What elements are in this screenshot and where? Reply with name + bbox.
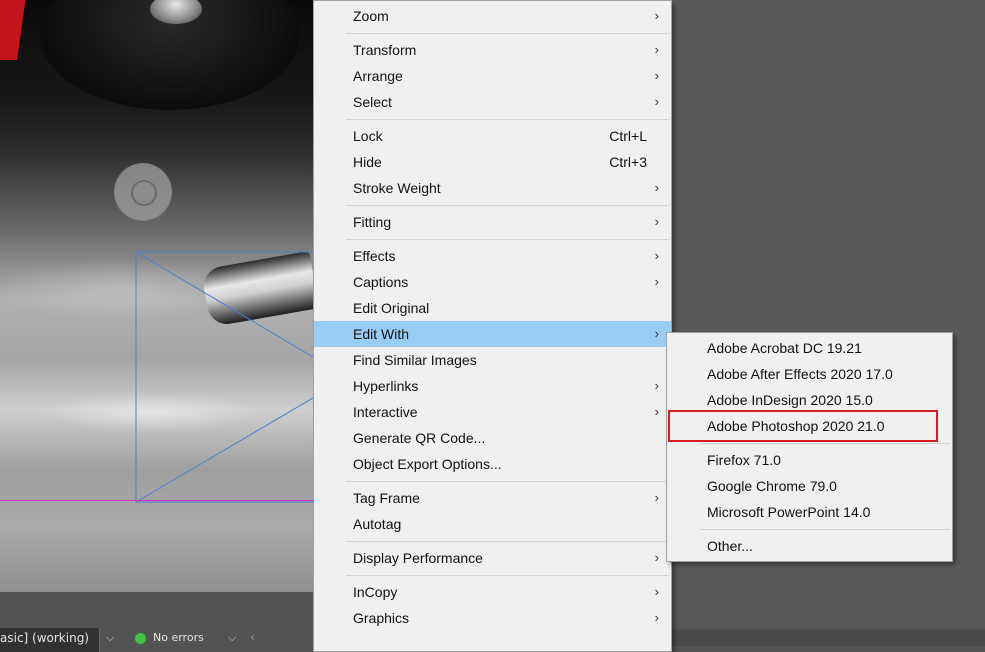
menu-item-label: Generate QR Code... bbox=[353, 430, 486, 446]
menu-item-zoom[interactable]: Zoom › bbox=[314, 3, 671, 29]
menu-item-shortcut: Ctrl+L bbox=[609, 128, 647, 144]
menu-item-label: Interactive bbox=[353, 404, 418, 420]
menu-item-label: Tag Frame bbox=[353, 490, 420, 506]
horizontal-scrollbar[interactable] bbox=[672, 630, 985, 646]
menu-item-fitting[interactable]: Fitting › bbox=[314, 209, 671, 235]
annotation-highlight-box bbox=[668, 410, 938, 442]
menu-item-label: Adobe After Effects 2020 17.0 bbox=[707, 366, 893, 382]
menu-item-label: Zoom bbox=[353, 8, 389, 24]
chevron-right-icon: › bbox=[654, 584, 659, 599]
context-menu: Zoom › Transform › Arrange › Select › Lock Ctrl+L… bbox=[313, 0, 672, 652]
menu-item-shortcut: Ctrl+3 bbox=[609, 154, 647, 170]
menu-item-find-similar-images[interactable]: Find Similar Images bbox=[314, 347, 671, 373]
menu-item-label: Hide bbox=[353, 154, 382, 170]
menu-item-hyperlinks[interactable]: Hyperlinks › bbox=[314, 373, 671, 399]
green-dot-icon bbox=[135, 633, 146, 644]
menu-item-display-performance[interactable]: Display Performance › bbox=[314, 545, 671, 571]
edit-with-submenu: Adobe Acrobat DC 19.21 Adobe After Effect… bbox=[666, 332, 953, 562]
menu-item-label: Lock bbox=[353, 128, 383, 144]
menu-item-autotag[interactable]: Autotag bbox=[314, 511, 671, 537]
menu-item-label: Firefox 71.0 bbox=[707, 452, 781, 468]
menu-item-label: Microsoft PowerPoint 14.0 bbox=[707, 504, 871, 520]
menu-item-label: Autotag bbox=[353, 516, 402, 532]
menu-item-label: Arrange bbox=[353, 68, 403, 84]
menu-item-arrange[interactable]: Arrange › bbox=[314, 63, 671, 89]
menu-item-label: Stroke Weight bbox=[353, 180, 441, 196]
menu-item-object-export-options[interactable]: Object Export Options... bbox=[314, 451, 671, 477]
submenu-item-microsoft-powerpoint-14-0[interactable]: Microsoft PowerPoint 14.0 bbox=[667, 499, 952, 525]
menu-item-select[interactable]: Select › bbox=[314, 89, 671, 115]
chevron-right-icon: › bbox=[654, 274, 659, 289]
preflight-status[interactable]: No errors bbox=[153, 631, 204, 644]
menu-separator bbox=[314, 537, 671, 545]
chevron-right-icon: › bbox=[654, 378, 659, 393]
chevron-right-icon: › bbox=[654, 214, 659, 229]
menu-item-tag-frame[interactable]: Tag Frame › bbox=[314, 485, 671, 511]
menu-item-label: Hyperlinks bbox=[353, 378, 419, 394]
menu-item-label: Fitting bbox=[353, 214, 392, 230]
submenu-item-adobe-acrobat-dc-19-21[interactable]: Adobe Acrobat DC 19.21 bbox=[667, 335, 952, 361]
submenu-item-adobe-after-effects-2020-17-0[interactable]: Adobe After Effects 2020 17.0 bbox=[667, 361, 952, 387]
menu-item-label: Adobe Acrobat DC 19.21 bbox=[707, 340, 862, 356]
menu-item-graphics[interactable]: Graphics › bbox=[314, 605, 671, 631]
menu-separator bbox=[314, 115, 671, 123]
chevron-down-icon[interactable]: ⌵ bbox=[106, 631, 114, 645]
menu-item-label: Graphics bbox=[353, 610, 410, 626]
content-grabber[interactable] bbox=[114, 163, 172, 221]
menu-item-label: Other... bbox=[707, 538, 753, 554]
placed-image[interactable] bbox=[0, 0, 318, 592]
menu-item-effects[interactable]: Effects › bbox=[314, 243, 671, 269]
menu-separator bbox=[667, 525, 952, 533]
menu-item-hide[interactable]: Hide Ctrl+3 bbox=[314, 149, 671, 175]
chevron-right-icon: › bbox=[654, 326, 659, 341]
menu-item-edit-original[interactable]: Edit Original bbox=[314, 295, 671, 321]
chevron-left-icon[interactable]: ‹ bbox=[250, 630, 255, 644]
menu-separator bbox=[314, 29, 671, 37]
submenu-item-google-chrome-79-0[interactable]: Google Chrome 79.0 bbox=[667, 473, 952, 499]
chevron-right-icon: › bbox=[654, 490, 659, 505]
chevron-right-icon: › bbox=[654, 248, 659, 263]
menu-separator bbox=[314, 477, 671, 485]
chevron-right-icon: › bbox=[654, 180, 659, 195]
menu-item-incopy[interactable]: InCopy › bbox=[314, 579, 671, 605]
menu-item-label: Adobe InDesign 2020 15.0 bbox=[707, 392, 873, 408]
menu-item-label: Find Similar Images bbox=[353, 352, 477, 368]
menu-item-transform[interactable]: Transform › bbox=[314, 37, 671, 63]
chevron-right-icon: › bbox=[654, 42, 659, 57]
chevron-right-icon: › bbox=[654, 94, 659, 109]
menu-item-label: Effects bbox=[353, 248, 396, 264]
menu-item-label: InCopy bbox=[353, 584, 398, 600]
menu-item-label: Edit With bbox=[353, 326, 410, 342]
chevron-right-icon: › bbox=[654, 8, 659, 23]
menu-item-label: Google Chrome 79.0 bbox=[707, 478, 837, 494]
chevron-right-icon: › bbox=[654, 610, 659, 625]
submenu-item-firefox-71-0[interactable]: Firefox 71.0 bbox=[667, 447, 952, 473]
document-profile[interactable]: asic] (working) bbox=[0, 628, 100, 652]
menu-item-interactive[interactable]: Interactive › bbox=[314, 399, 671, 425]
menu-item-label: Display Performance bbox=[353, 550, 483, 566]
menu-item-stroke-weight[interactable]: Stroke Weight › bbox=[314, 175, 671, 201]
menu-item-lock[interactable]: Lock Ctrl+L bbox=[314, 123, 671, 149]
chevron-down-icon[interactable]: ⌵ bbox=[228, 631, 236, 645]
submenu-item-other[interactable]: Other... bbox=[667, 533, 952, 559]
menu-item-label: Transform bbox=[353, 42, 417, 58]
menu-item-label: Object Export Options... bbox=[353, 456, 502, 472]
menu-separator bbox=[314, 571, 671, 579]
menu-item-generate-qr-code[interactable]: Generate QR Code... bbox=[314, 425, 671, 451]
chevron-right-icon: › bbox=[654, 404, 659, 419]
menu-item-captions[interactable]: Captions › bbox=[314, 269, 671, 295]
frame-selection-outline bbox=[135, 251, 318, 503]
chevron-right-icon: › bbox=[654, 68, 659, 83]
chevron-right-icon: › bbox=[654, 550, 659, 565]
menu-separator bbox=[314, 235, 671, 243]
menu-item-label: Select bbox=[353, 94, 392, 110]
menu-item-label: Edit Original bbox=[353, 300, 430, 316]
menu-item-label: Captions bbox=[353, 274, 409, 290]
menu-separator bbox=[314, 201, 671, 209]
menu-item-edit-with[interactable]: Edit With › bbox=[314, 321, 671, 347]
frame-edge-line bbox=[0, 500, 318, 501]
